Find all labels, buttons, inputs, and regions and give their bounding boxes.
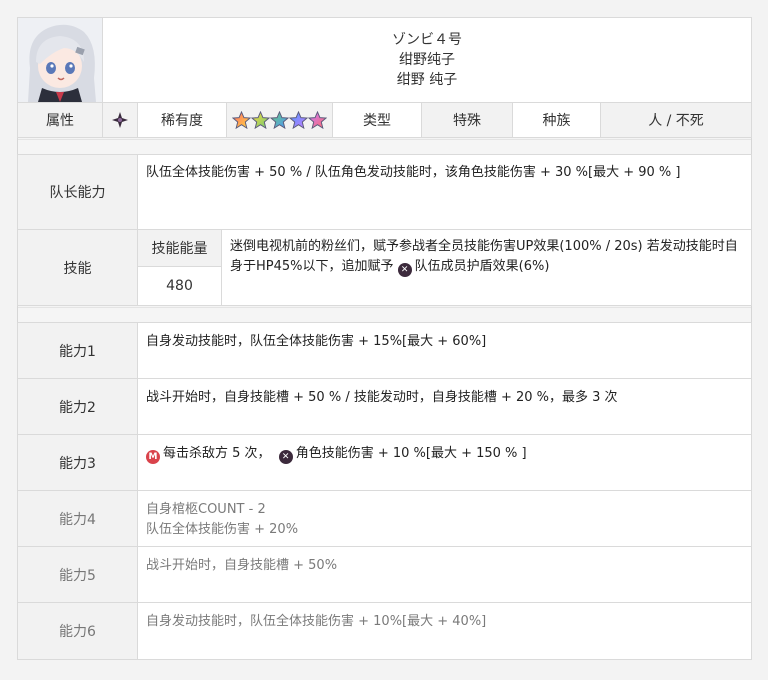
leader-text-cell: 队伍全体技能伤害 + 50 % / 队伍角色发动技能时，该角色技能伤害 + 30… (137, 154, 752, 230)
ability-5-label: 能力5 (17, 546, 138, 603)
rarity-star-icon (251, 110, 270, 129)
separator (18, 307, 751, 323)
skill-label: 技能 (17, 229, 138, 306)
skill-energy-value: 480 (137, 266, 222, 306)
rarity-stars (232, 110, 327, 130)
zombie-girl-portrait-icon (18, 18, 102, 102)
rarity-star-icon (289, 110, 308, 129)
character-name: 绀野纯子 (399, 52, 455, 68)
dark-badge-icon: ✕ (278, 450, 293, 464)
skill-text: 迷倒电视机前的粉丝们，赋予参战者全员技能伤害UP效果(100% / 20s) 若… (230, 237, 743, 277)
skill-energy-label: 技能能量 (137, 229, 222, 267)
ability-2-text: 战斗开始时，自身技能槽 + 50 % / 技能发动时，自身技能槽 + 20 %，… (146, 390, 618, 405)
title-jp: ゾンビ４号 (392, 32, 462, 48)
rarity-value (226, 102, 333, 138)
ability-3-text: M 每击杀敌方 5 次， ✕ 角色技能伤害 + 10 %[最大 + 150 % ] (146, 444, 743, 464)
separator (18, 139, 751, 155)
ability-4-label: 能力4 (17, 490, 138, 547)
ability-2-cell: 战斗开始时，自身技能槽 + 50 % / 技能发动时，自身技能槽 + 20 %，… (137, 378, 752, 435)
type-label: 类型 (332, 102, 422, 138)
attribute-value (102, 102, 138, 138)
rarity-star-icon (232, 110, 251, 129)
ability-4-cell: 自身棺柩COUNT - 2 队伍全体技能伤害 + 20% (137, 490, 752, 547)
skill-text-shield: 队伍成员护盾效果(6%) (414, 259, 550, 274)
race-label: 种族 (512, 102, 601, 138)
ability-3-label: 能力3 (17, 434, 138, 491)
ability-1-cell: 自身发动技能时，队伍全体技能伤害 + 15%[最大 + 60%] (137, 322, 752, 379)
ability-5-text: 战斗开始时，自身技能槽 + 50% (146, 558, 338, 573)
ability-3-text-b: 角色技能伤害 + 10 %[最大 + 150 % ] (295, 446, 527, 461)
skill-text-cell: 迷倒电视机前的粉丝们，赋予参战者全员技能伤害UP效果(100% / 20s) 若… (221, 229, 752, 306)
ability-3-text-a: 每击杀敌方 5 次， (163, 446, 271, 461)
ability-3-cell: M 每击杀敌方 5 次， ✕ 角色技能伤害 + 10 %[最大 + 150 % ] (137, 434, 752, 491)
header-names: ゾンビ４号 绀野纯子 绀野 纯子 (102, 17, 752, 103)
ability-2-label: 能力2 (17, 378, 138, 435)
ability-4-text-a: 自身棺柩COUNT - 2 (146, 502, 266, 517)
attribute-label: 属性 (17, 102, 103, 138)
rarity-label: 稀有度 (137, 102, 227, 138)
race-value: 人 / 不死 (600, 102, 752, 138)
dark-attribute-icon (112, 112, 128, 128)
kill-badge-icon: M (146, 450, 160, 464)
ability-1-label: 能力1 (17, 322, 138, 379)
avatar (17, 17, 103, 103)
shield-badge-icon: ✕ (397, 263, 412, 277)
ability-5-cell: 战斗开始时，自身技能槽 + 50% (137, 546, 752, 603)
leader-label: 队长能力 (17, 154, 138, 230)
ability-6-text: 自身发动技能时，队伍全体技能伤害 + 10%[最大 + 40%] (146, 614, 487, 629)
ability-6-cell: 自身发动技能时，队伍全体技能伤害 + 10%[最大 + 40%] (137, 602, 752, 660)
ability-1-text: 自身发动技能时，队伍全体技能伤害 + 15%[最大 + 60%] (146, 334, 487, 349)
ability-6-label: 能力6 (17, 602, 138, 660)
leader-text: 队伍全体技能伤害 + 50 % / 队伍角色发动技能时，该角色技能伤害 + 30… (146, 165, 681, 180)
rarity-star-icon (308, 110, 327, 129)
rarity-star-icon (270, 110, 289, 129)
type-value: 特殊 (421, 102, 513, 138)
character-name-spaced: 绀野 纯子 (396, 72, 458, 88)
ability-4-text-b: 队伍全体技能伤害 + 20% (146, 522, 299, 537)
